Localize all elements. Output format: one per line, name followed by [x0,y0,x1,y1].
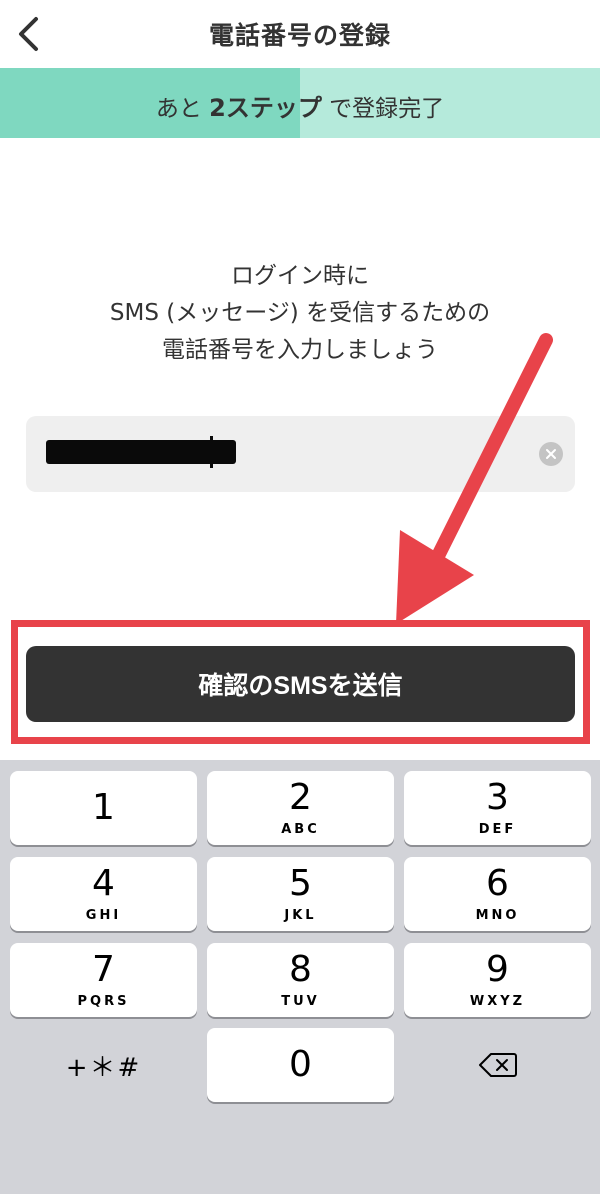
key-symbols[interactable]: +＊# [10,1028,197,1102]
key-4[interactable]: 4 GHI [10,857,197,931]
key-letters: MNO [475,907,520,923]
progress-text: あと 2ステップ で登録完了 [0,88,600,123]
key-letters: WXYZ [469,993,526,1009]
clear-input-button[interactable] [539,442,563,466]
key-letters: DEF [478,821,517,837]
key-digit: 5 [289,862,312,904]
key-6[interactable]: 6 MNO [404,857,591,931]
numeric-keyboard: 1 2 ABC 3 DEF 4 GHI 5 JKL 6 MNO 7 PQRS 8… [0,760,600,1194]
send-sms-button[interactable]: 確認のSMSを送信 [26,646,575,722]
key-3[interactable]: 3 DEF [404,771,591,845]
instruction-line: ログイン時に [231,263,369,289]
key-letters: TUV [281,993,320,1009]
key-digit: 3 [486,776,509,818]
key-5[interactable]: 5 JKL [207,857,394,931]
key-8[interactable]: 8 TUV [207,943,394,1017]
progress-banner: あと 2ステップ で登録完了 [0,68,600,138]
phone-number-input[interactable] [26,416,575,492]
key-digit: 7 [92,948,115,990]
close-icon [546,449,556,459]
key-digit: 2 [289,776,312,818]
key-letters: GHI [85,907,122,923]
key-symbols-label: +＊# [65,1052,142,1083]
progress-prefix: あと [155,96,202,122]
key-letters: ABC [281,821,320,837]
key-digit: 1 [92,787,115,828]
redaction-mark [46,440,236,464]
key-digit: 6 [486,862,509,904]
key-digit: 0 [289,1044,312,1085]
navigation-bar: 電話番号の登録 [0,0,600,68]
text-caret [210,436,213,468]
key-2[interactable]: 2 ABC [207,771,394,845]
progress-steps: 2ステップ [209,94,322,122]
instruction-text: ログイン時に SMS (メッセージ) を受信するための 電話番号を入力しましょう [0,258,600,369]
key-7[interactable]: 7 PQRS [10,943,197,1017]
key-0[interactable]: 0 [207,1028,394,1102]
key-digit: 4 [92,862,115,904]
instruction-line: 電話番号を入力しましょう [162,337,438,363]
key-9[interactable]: 9 WXYZ [404,943,591,1017]
key-digit: 9 [486,948,509,990]
backspace-icon [478,1053,517,1077]
key-letters: PQRS [77,993,130,1009]
progress-suffix: で登録完了 [329,96,445,122]
instruction-line: SMS (メッセージ) を受信するための [109,300,491,326]
page-title: 電話番号の登録 [208,21,391,50]
key-letters: JKL [284,907,317,923]
key-delete[interactable] [404,1028,591,1102]
key-1[interactable]: 1 [10,771,197,845]
key-digit: 8 [289,948,312,990]
